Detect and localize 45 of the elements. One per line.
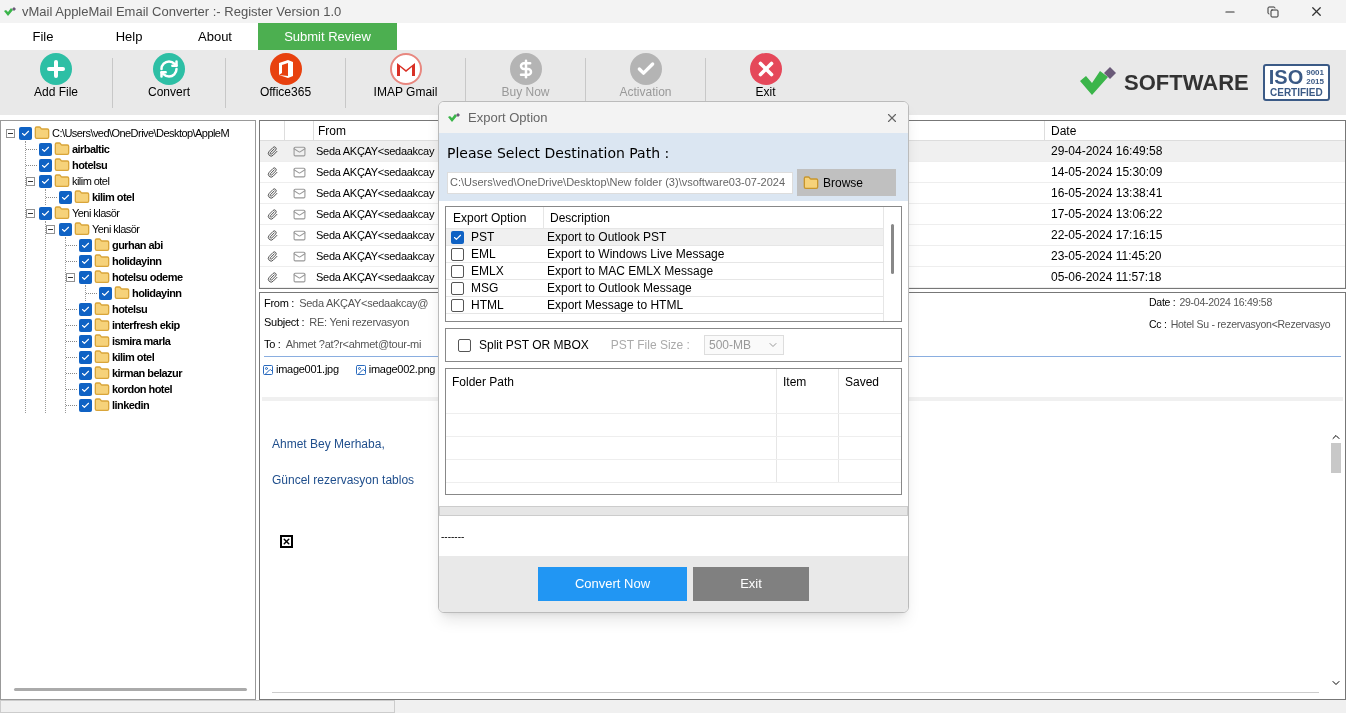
field-value: 29-04-2024 16:49:58 [1179, 295, 1272, 310]
sender-cell-text: Seda AKÇAY<sedaakcay [316, 269, 435, 285]
field-label: From : [264, 296, 295, 311]
date-cell-text: 23-05-2024 11:45:20 [1050, 248, 1162, 265]
field-value: Ahmet ?at?r<ahmet@tour-mi [285, 337, 422, 352]
date-cell-text: 22-05-2024 17:16:15 [1050, 227, 1163, 244]
size-label: PST File Size : [610, 337, 690, 354]
iso-year: 2015 [1306, 77, 1324, 86]
iso-certified: CERTIFIED [1270, 87, 1323, 98]
status-text: ------- [441, 529, 465, 544]
option-description: Export to Outlook PST [546, 229, 667, 246]
split-label: Split PST OR MBOX [479, 337, 589, 354]
date-cell-text: 16-05-2024 13:38:41 [1050, 185, 1163, 202]
field-value: RE: Yeni rezervasyon [309, 314, 409, 330]
field-label: To : [264, 337, 281, 352]
option-name: MSG [471, 280, 499, 297]
sender-cell-text: Seda AKÇAY<sedaakcay [316, 248, 435, 264]
path-label: Please Select Destination Path : [447, 144, 671, 163]
window-title: vMail AppleMail Email Converter :- Register Version 1.0 [22, 2, 342, 21]
sender-cell-text: Seda AKÇAY<sedaakcay [316, 227, 435, 243]
iso-year: 9001 [1306, 68, 1324, 77]
option-description: Export to Windows Live Message [546, 246, 725, 263]
option-name: HTML [471, 297, 504, 314]
dialog-title: Export Option [468, 108, 548, 127]
field-value: Hotel Su - rezervasyon<Rezervasyo [1170, 316, 1331, 332]
sender-cell-text: Seda AKÇAY<sedaakcay [316, 143, 435, 159]
option-name: PST [471, 229, 495, 246]
option-description: Export Message to HTML [546, 297, 684, 314]
sender-cell-text: Seda AKÇAY<sedaakcay [316, 185, 435, 201]
option-description: Export to Outlook Message [546, 280, 692, 297]
body-text: Güncel rezervasyon tablos [272, 471, 416, 489]
sender-cell-text: Seda AKÇAY<sedaakcay [316, 164, 435, 180]
date-cell-text: 05-06-2024 11:57:18 [1050, 269, 1162, 286]
option-name: EML [471, 246, 496, 263]
brand-name: SOFTWARE [1124, 69, 1249, 97]
iso-label: ISO [1268, 67, 1304, 87]
date-cell-text: 29-04-2024 16:49:58 [1050, 143, 1163, 160]
field-label: Subject : [264, 314, 305, 330]
body-text: Ahmet Bey Merhaba, [272, 435, 386, 453]
field-label: Date : [1149, 295, 1176, 310]
sender-cell-text: Seda AKÇAY<sedaakcay [316, 206, 435, 222]
date-cell-text: 17-05-2024 13:06:22 [1050, 206, 1163, 223]
field-label: Cc : [1149, 316, 1167, 332]
date-cell-text: 14-05-2024 15:30:09 [1050, 164, 1163, 181]
field-value: Seda AKÇAY<sedaakcay@ [299, 296, 429, 311]
